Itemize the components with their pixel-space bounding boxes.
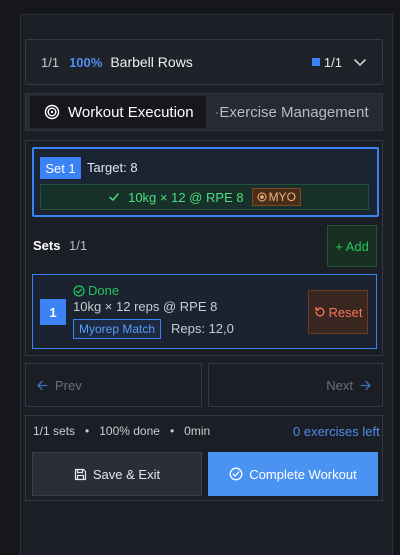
separator-dot: • [169, 424, 175, 438]
exercise-progress-text: 1/1 [323, 54, 342, 70]
exercise-progress: 1/1 [311, 52, 370, 72]
exercise-header[interactable]: 1/1 100% Barbell Rows 1/1 [25, 39, 383, 85]
percent-done: 100% done [99, 424, 160, 438]
next-label: Next [326, 377, 353, 393]
exercise-percent: 100% [69, 54, 103, 70]
tab-label: Workout Execution [68, 103, 194, 121]
chevron-down-icon[interactable] [350, 52, 370, 72]
prev-exercise-button[interactable]: Prev [25, 363, 202, 407]
save-exit-button[interactable]: Save & Exit [32, 452, 202, 496]
check-icon [108, 191, 120, 203]
tab-indicator-dot [216, 111, 218, 114]
complete-workout-button[interactable]: Complete Workout [208, 452, 378, 496]
tab-bar: Workout Execution Exercise Management [25, 93, 383, 131]
next-exercise-button[interactable]: Next [208, 363, 383, 407]
sets-heading: Sets [33, 238, 61, 253]
myo-tag: MYO [251, 188, 301, 206]
reset-label: Reset [328, 304, 363, 320]
rotate-ccw-icon [314, 306, 326, 318]
set-number: 1 [40, 299, 66, 325]
set-type-badge: Myorep Match [73, 319, 162, 339]
save-label: Save & Exit [92, 466, 161, 482]
exercise-count: 1/1 [41, 54, 60, 70]
set-reps: Reps: 12,0 [171, 321, 234, 336]
exercises-left-link[interactable]: 0 exercises left [293, 424, 380, 439]
progress-square-icon [311, 58, 320, 66]
reset-set-button[interactable]: Reset [308, 290, 368, 334]
set-detail: 10kg × 12 reps @ RPE 8 [73, 299, 218, 314]
sets-count: 1/1 [69, 238, 88, 253]
arrow-left-icon [36, 379, 49, 392]
exercise-name: Barbell Rows [110, 54, 193, 70]
set-badge: Set 1 [40, 157, 81, 179]
tab-label: Exercise Management [219, 103, 369, 121]
logged-set-summary: 10kg × 12 @ RPE 8 MYO [40, 184, 369, 210]
save-icon [74, 468, 87, 481]
arrow-right-icon [359, 379, 372, 392]
workout-stats: 1/1 sets • 100% done • 0min [33, 424, 210, 438]
set-status-label: Done [88, 283, 120, 298]
target-icon [257, 192, 267, 202]
add-set-button[interactable]: + Add [327, 225, 377, 267]
duration: 0min [184, 424, 211, 438]
separator-dot: • [85, 424, 90, 438]
check-circle-icon [229, 467, 243, 481]
logged-set-text: 10kg × 12 @ RPE 8 [128, 189, 244, 205]
tab-workout-execution[interactable]: Workout Execution [30, 96, 206, 128]
myo-tag-label: MYO [268, 190, 296, 204]
sets-done: 1/1 sets [33, 424, 76, 438]
set-target: Target: 8 [87, 160, 138, 175]
target-icon [44, 104, 60, 120]
tab-exercise-management[interactable]: Exercise Management [206, 104, 382, 121]
check-circle-icon [73, 284, 85, 297]
prev-label: Prev [55, 377, 82, 393]
set-status: Done [73, 283, 119, 298]
complete-label: Complete Workout [249, 466, 357, 482]
